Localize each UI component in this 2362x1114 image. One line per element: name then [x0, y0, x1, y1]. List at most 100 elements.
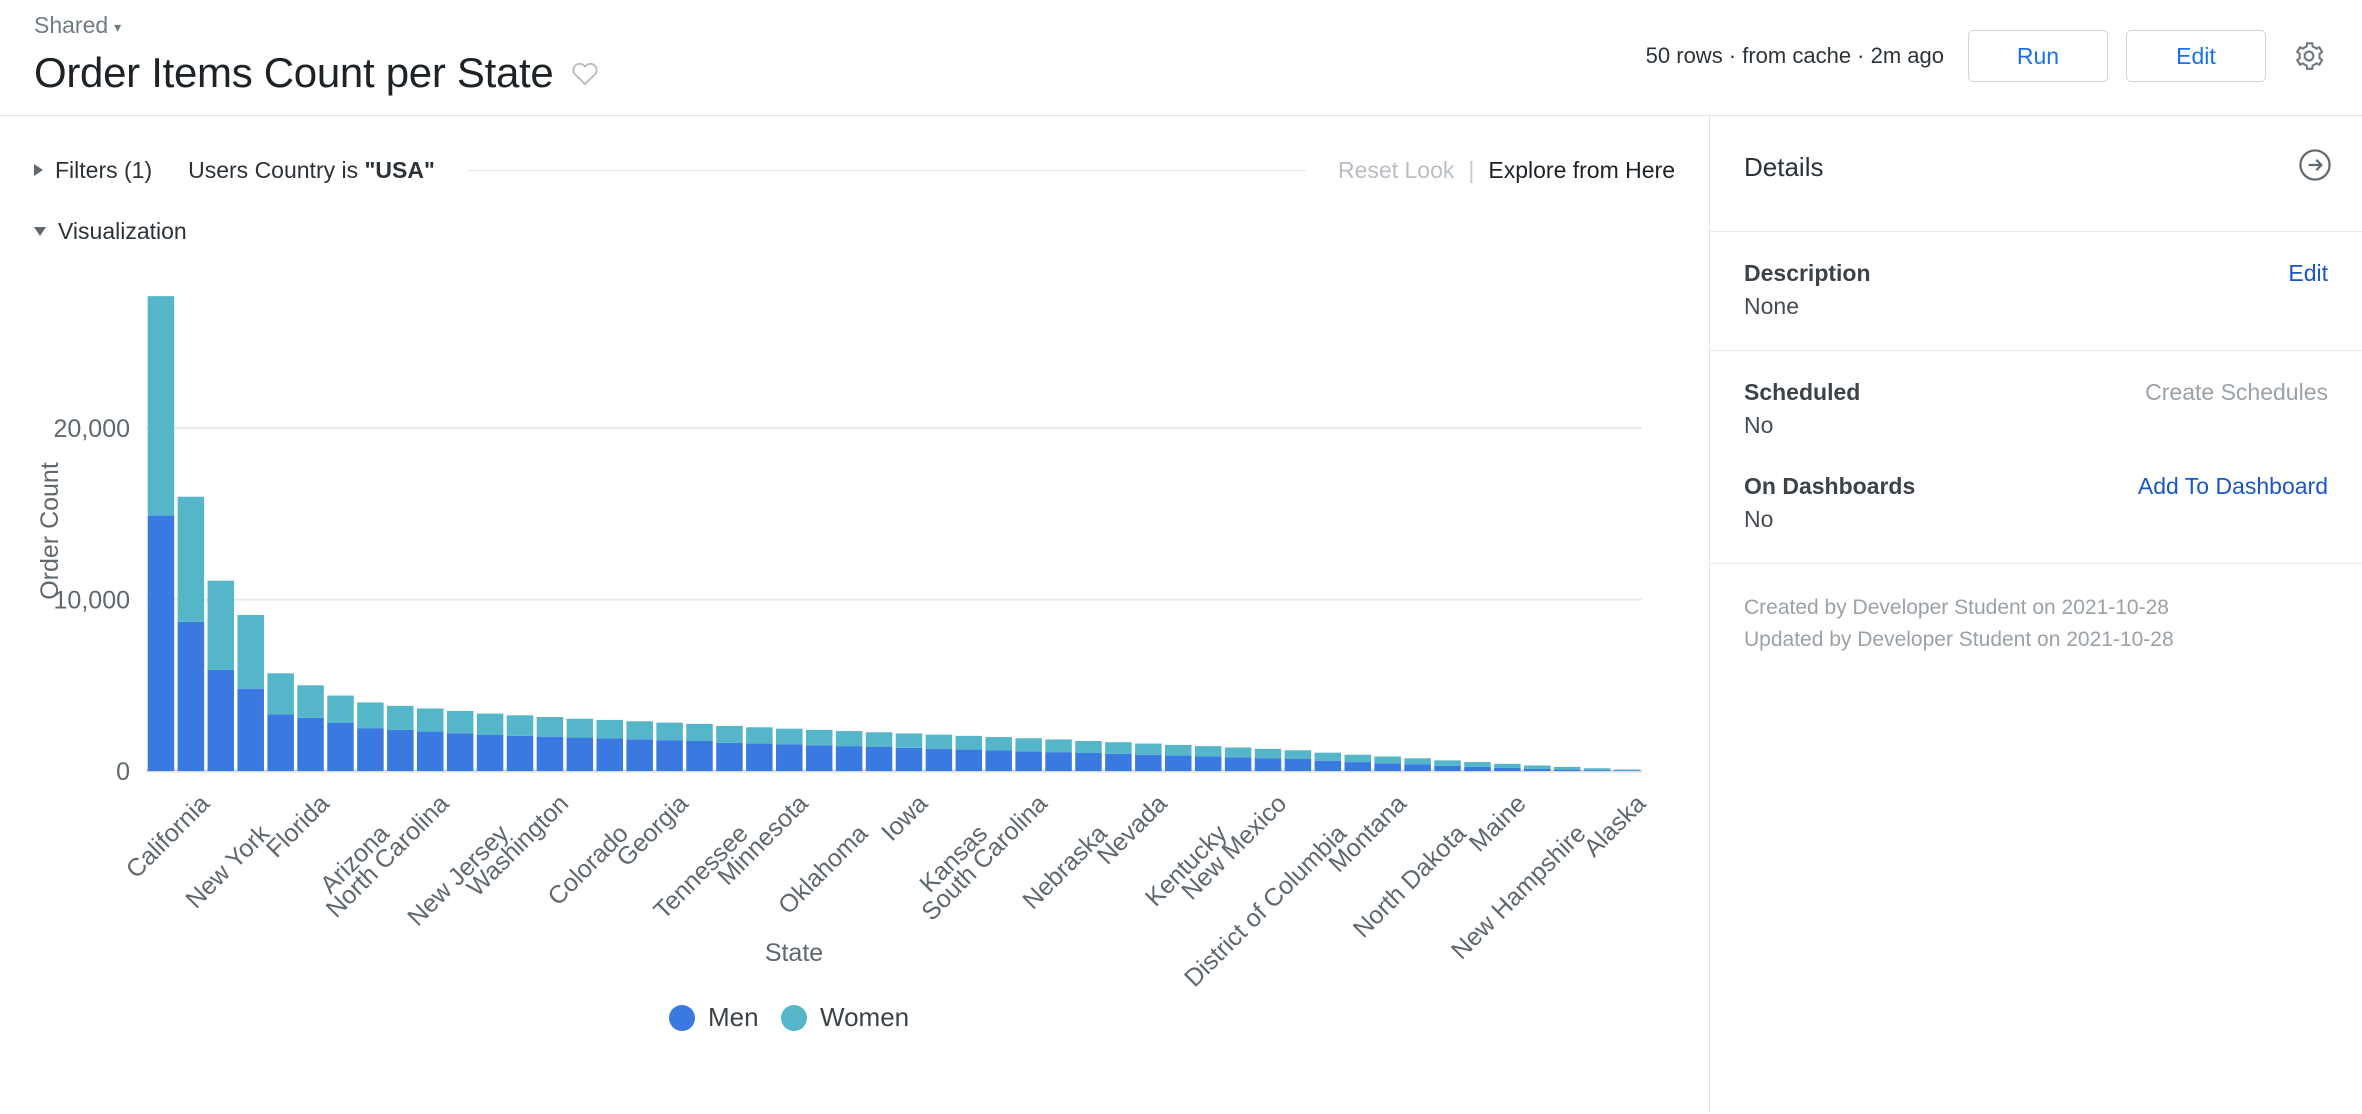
filters-actions: Reset Look | Explore from Here [1338, 157, 1675, 184]
top-bar-actions: 50 rows · from cache · 2m ago Run Edit [1646, 30, 2332, 82]
edit-button[interactable]: Edit [2126, 30, 2266, 82]
bar-segment-women [1164, 744, 1192, 756]
updated-meta: Updated by Developer Student on 2021-10-… [1744, 627, 2174, 651]
bar-segment-men [1254, 758, 1282, 771]
visualization-toggle[interactable]: Visualization [34, 218, 187, 245]
scheduled-value: No [1744, 412, 1774, 438]
bar-segment-women [596, 719, 624, 739]
gear-icon[interactable] [2286, 33, 2332, 79]
bar-segment-women [207, 580, 235, 670]
bar-segment-women [1344, 754, 1372, 763]
bar-segment-men [1524, 768, 1551, 771]
bar-segment-men [476, 735, 504, 771]
on-dashboards-label: On Dashboards [1744, 473, 1916, 499]
breadcrumb[interactable]: Shared ▾ [34, 14, 121, 37]
bar-segment-women [327, 695, 354, 723]
x-tick-label: New York [180, 819, 275, 914]
x-tick-label: Nevada [1092, 789, 1173, 870]
y-tick-label: 20,000 [54, 415, 130, 443]
bar-segment-women [1045, 739, 1072, 753]
bar-segment-men [207, 669, 235, 771]
x-tick-label: Alaska [1578, 789, 1651, 862]
bar-segment-men [985, 750, 1012, 771]
add-to-dashboard-link[interactable]: Add To Dashboard [2138, 473, 2328, 500]
filters-toggle[interactable]: Filters (1) [34, 157, 152, 184]
bar-segment-men [387, 729, 414, 771]
bar-segment-women [686, 723, 713, 741]
bar-segment-men [656, 740, 683, 771]
bar-segment-men [1135, 754, 1162, 771]
bar-segment-men [596, 738, 624, 771]
description-value: None [1744, 293, 1799, 319]
bar-segment-men [327, 723, 354, 771]
x-tick-label: Maine [1464, 789, 1532, 857]
bar-segment-men [1553, 769, 1581, 771]
bar-segment-women [1314, 752, 1342, 761]
reset-look-link[interactable]: Reset Look [1338, 157, 1454, 184]
chevron-down-small-icon [34, 227, 46, 236]
heart-icon[interactable] [571, 60, 599, 86]
bar-segment-men [925, 748, 953, 771]
bar-segment-men [1464, 766, 1491, 771]
filters-label: Filters (1) [55, 156, 153, 183]
filter-expression-value: "USA" [364, 156, 435, 183]
create-schedules-link[interactable]: Create Schedules [2145, 379, 2328, 406]
legend-label: Women [820, 1002, 909, 1032]
bar-segment-men [1494, 767, 1521, 771]
legend-swatch [669, 1005, 695, 1031]
x-tick-label: Iowa [876, 789, 933, 846]
chart-area[interactable]: 0 10,000 20,000 Order Count California New Yo… [0, 251, 1709, 1113]
bar-segment-women [476, 713, 504, 735]
bar-segment-women [1135, 743, 1162, 755]
bar-segment-women [985, 737, 1012, 751]
bar-segment-women [925, 734, 953, 749]
bar-segment-women [1553, 766, 1581, 770]
bar-segment-men [237, 688, 264, 771]
main-body: Filters (1) Users Country is "USA" Reset… [0, 116, 2362, 1113]
filters-row: Filters (1) Users Country is "USA" Reset… [0, 116, 1709, 196]
bar-segment-women [1224, 747, 1252, 758]
bar-segment-women [1613, 769, 1641, 771]
on-dashboards-value: No [1744, 506, 1774, 532]
visualization-row: Visualization [0, 196, 1709, 245]
bar-segment-men [1075, 753, 1102, 771]
bar-segment-men [566, 737, 594, 771]
bar-segment-women [566, 718, 594, 738]
bar-segment-women [1015, 738, 1042, 752]
filters-divider [466, 169, 1307, 171]
bar-segment-men [776, 744, 803, 771]
bar-segment-men [626, 739, 653, 771]
bar-segment-women [656, 722, 683, 741]
filter-expression[interactable]: Users Country is "USA" [188, 157, 435, 184]
bar-segment-women [1404, 758, 1431, 765]
top-bar: Shared ▾ Order Items Count per State 50 … [0, 0, 2362, 116]
page-title: Order Items Count per State [34, 49, 554, 96]
bar-segment-women [1464, 762, 1491, 767]
arrow-right-circle-icon[interactable] [2296, 146, 2334, 184]
bar-segment-women [895, 733, 923, 748]
explore-from-here-link[interactable]: Explore from Here [1488, 157, 1675, 184]
y-axis-title: Order Count [36, 462, 64, 600]
bar-segment-women [297, 685, 324, 718]
created-meta: Created by Developer Student on 2021-10-… [1744, 596, 2169, 619]
run-button[interactable]: Run [1968, 30, 2108, 82]
bar-segment-women [416, 708, 444, 732]
chevron-down-icon[interactable]: ▾ [114, 20, 121, 34]
stacked-bar-chart[interactable]: 0 10,000 20,000 Order Count CaliforniaNew Yo… [0, 251, 1700, 1113]
bar-segment-women [1434, 760, 1461, 766]
bar-segment-women [1583, 768, 1611, 771]
bar-segment-women [776, 728, 803, 745]
legend-swatch [781, 1005, 807, 1031]
bar-segment-men [297, 717, 324, 771]
bar-segment-women [1374, 756, 1401, 764]
bar-segment-women [1105, 742, 1132, 754]
description-edit-link[interactable]: Edit [2288, 260, 2328, 287]
bar-segment-women [805, 729, 833, 746]
audit-meta: Created by Developer Student on 2021-10-… [1710, 564, 2362, 683]
bar-segment-men [1583, 770, 1611, 771]
bar-segment-men [716, 742, 743, 771]
bar-segment-men [1045, 752, 1072, 771]
bar-segment-men [1194, 756, 1222, 771]
bar-segment-men [1344, 762, 1372, 771]
bar-segment-women [267, 673, 294, 715]
